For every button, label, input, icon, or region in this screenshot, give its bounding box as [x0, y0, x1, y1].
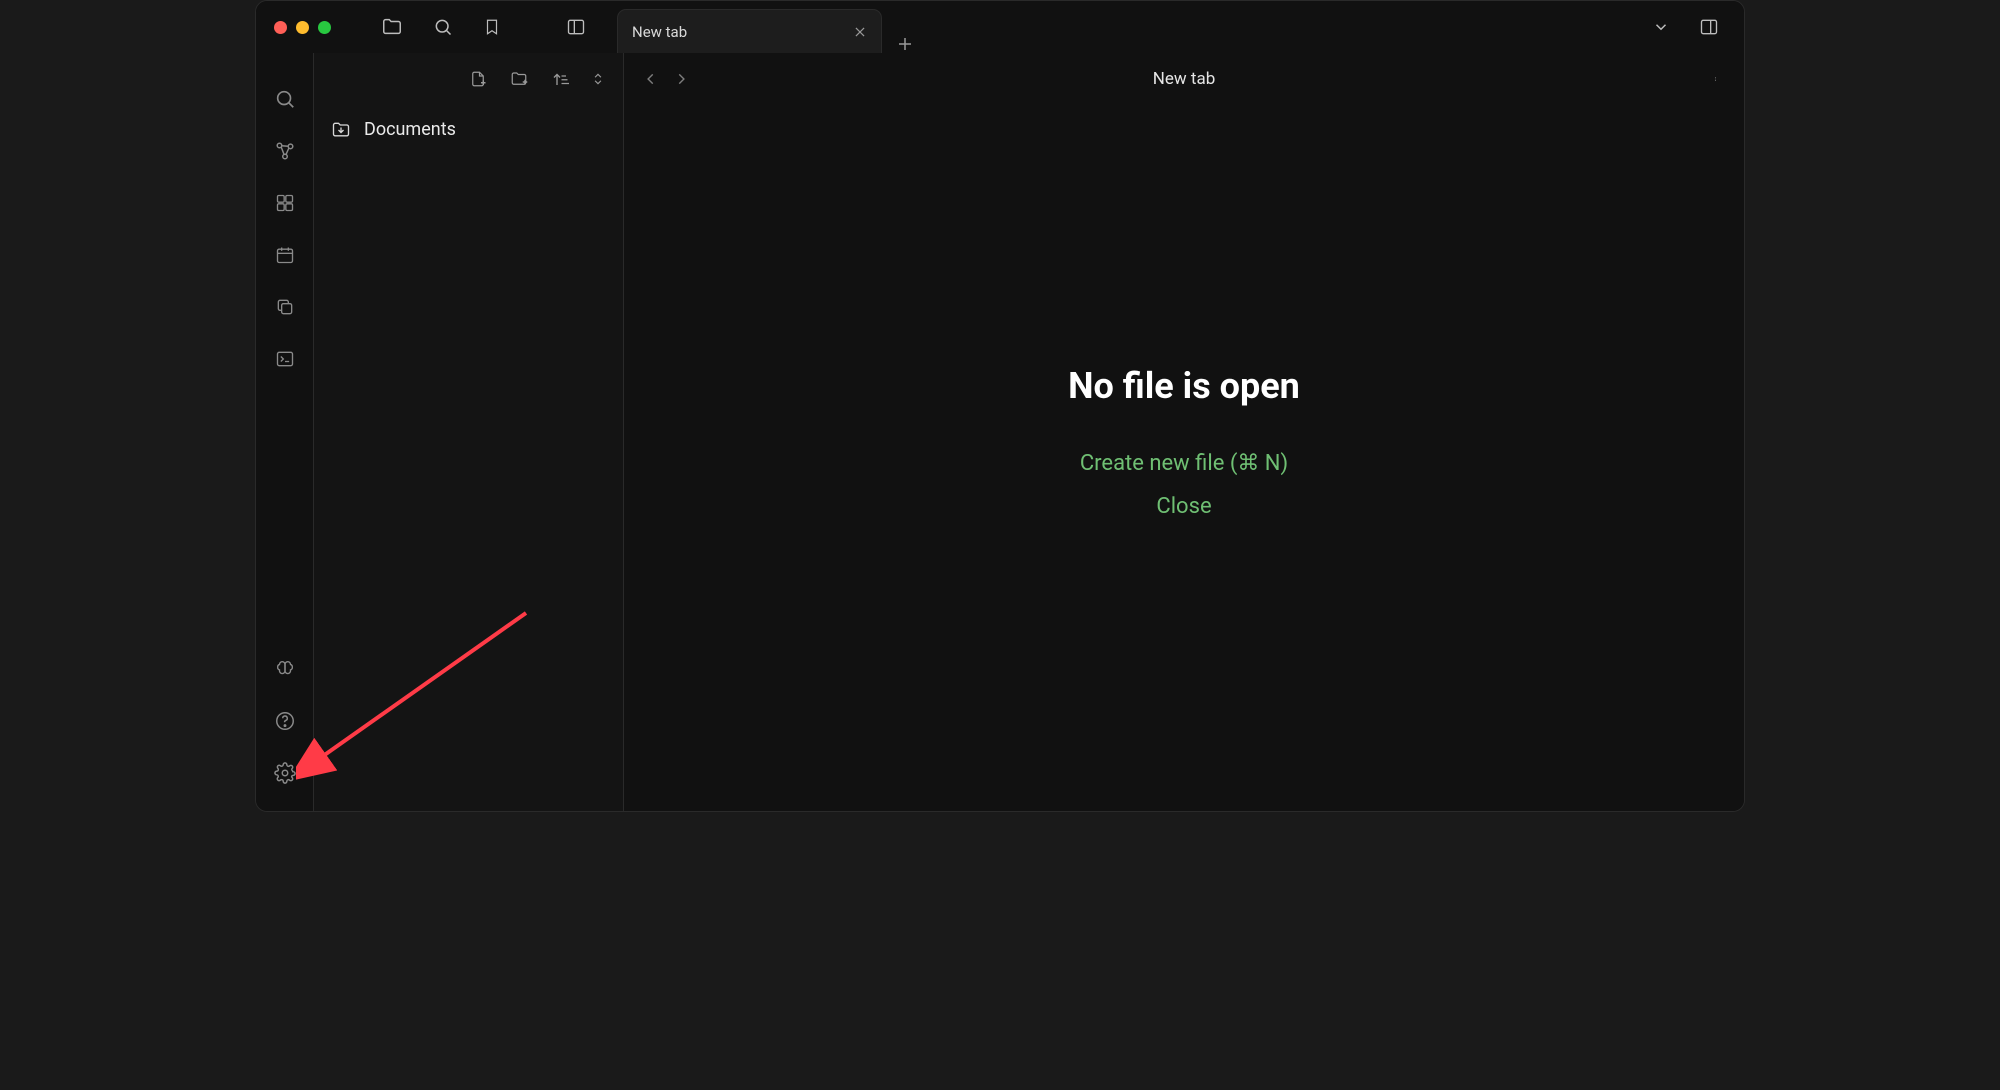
- editor-more-icon[interactable]: [1713, 70, 1744, 88]
- explorer-panel: Documents: [314, 53, 624, 811]
- panel-right-icon[interactable]: [1698, 17, 1720, 37]
- activity-bar: [256, 53, 314, 811]
- activity-graph-icon[interactable]: [256, 125, 313, 177]
- tree-root-item[interactable]: Documents: [328, 115, 609, 144]
- collapse-expand-icon[interactable]: [591, 69, 605, 89]
- activity-help-icon[interactable]: [256, 695, 313, 747]
- nav-back-icon[interactable]: [644, 71, 658, 87]
- tab-label: New tab: [632, 23, 687, 41]
- editor-title: New tab: [1153, 69, 1216, 89]
- activity-grid-icon[interactable]: [256, 177, 313, 229]
- explorer-tree: Documents: [314, 105, 623, 154]
- activity-terminal-icon[interactable]: [256, 333, 313, 385]
- tab-new[interactable]: New tab: [617, 9, 882, 53]
- empty-heading: No file is open: [1068, 365, 1300, 407]
- activity-calendar-icon[interactable]: [256, 229, 313, 281]
- folder-icon[interactable]: [381, 16, 403, 38]
- activity-search-icon[interactable]: [256, 73, 313, 125]
- search-icon[interactable]: [433, 17, 453, 37]
- new-folder-icon[interactable]: [509, 70, 529, 88]
- activity-copy-icon[interactable]: [256, 281, 313, 333]
- activity-brain-icon[interactable]: [256, 643, 313, 695]
- explorer-toolbar: [314, 53, 623, 105]
- window-minimize-button[interactable]: [296, 21, 309, 34]
- chevron-down-icon[interactable]: [1652, 18, 1670, 36]
- close-link[interactable]: Close: [1156, 494, 1211, 519]
- window-maximize-button[interactable]: [318, 21, 331, 34]
- panel-left-icon[interactable]: [565, 17, 587, 37]
- tab-strip: New tab: [617, 1, 914, 53]
- title-right-controls: [1652, 17, 1744, 37]
- window-close-button[interactable]: [274, 21, 287, 34]
- create-file-link[interactable]: Create new file (⌘ N): [1080, 451, 1288, 476]
- editor-area: New tab No file is open Create new file …: [624, 53, 1744, 811]
- title-toolbar: [381, 16, 587, 38]
- editor-header: New tab: [624, 53, 1744, 105]
- nav-forward-icon[interactable]: [674, 71, 688, 87]
- folder-download-icon: [330, 120, 352, 140]
- new-tab-button[interactable]: [896, 35, 914, 53]
- window-controls: [256, 21, 331, 34]
- new-file-icon[interactable]: [469, 69, 487, 89]
- tree-root-label: Documents: [364, 119, 456, 140]
- app-window: New tab: [255, 0, 1745, 812]
- tab-close-icon[interactable]: [853, 25, 867, 39]
- title-bar: New tab: [256, 1, 1744, 53]
- editor-empty-state: No file is open Create new file (⌘ N) Cl…: [624, 105, 1744, 811]
- sort-icon[interactable]: [551, 70, 569, 88]
- bookmark-icon[interactable]: [483, 17, 501, 37]
- app-body: Documents New tab: [256, 53, 1744, 811]
- activity-settings-icon[interactable]: [256, 747, 313, 799]
- nav-arrows: [624, 71, 688, 87]
